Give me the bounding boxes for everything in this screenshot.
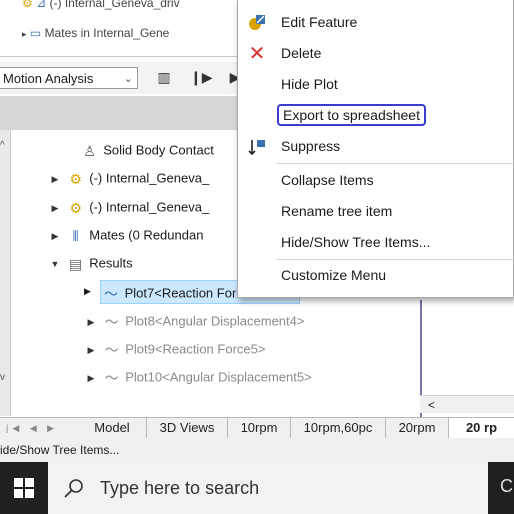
horizontal-scrollbar[interactable]: < (420, 395, 514, 413)
menu-item-edit-feature[interactable]: Edit Feature (238, 8, 513, 36)
tree-item-label: Plot10<Angular Displacement5> (125, 369, 312, 385)
tab-3d-views[interactable]: 3D Views (147, 418, 228, 438)
tab-20rpm[interactable]: 20rpm (386, 418, 449, 438)
edit-feature-icon (247, 13, 267, 33)
tree-item-solid-body-contact[interactable]: ♙ Solid Body Contact (62, 138, 214, 162)
tree-item-label: (-) Internal_Geneva_ (89, 199, 210, 215)
menu-separator (276, 163, 513, 164)
part-icon: ⚙ (22, 0, 33, 10)
menu-item-label: Hide/Show Tree Items... (281, 234, 431, 250)
windows-logo-icon (14, 478, 34, 498)
menu-item-label: Suppress (281, 138, 341, 154)
menu-item-hide-plot[interactable]: Hide Plot (238, 70, 513, 98)
timeline-header (0, 96, 240, 130)
tree-top-label-1: (-) Internal_Geneva_driv (49, 0, 180, 10)
menu-item-label: Rename tree item (281, 203, 393, 219)
tree-item-plot8[interactable]: ▶ 〜 Plot8<Angular Displacement4> (84, 309, 305, 334)
expand-arrow-icon[interactable]: ▶ (48, 167, 62, 191)
expand-arrow-icon: ▸ (22, 29, 27, 39)
tree-item-mates[interactable]: ▶ ⫴ Mates (0 Redundan (48, 223, 204, 248)
expand-arrow-icon[interactable]: ▶ (48, 224, 62, 248)
folder-icon: ▤ (69, 255, 83, 272)
expand-arrow-icon[interactable]: ▶ (84, 286, 91, 297)
tab-nav-buttons[interactable]: |◀ ◀ ▶ ▶| (0, 420, 74, 449)
play-from-start-icon[interactable]: ❙▶ (190, 68, 213, 86)
mate-icon: ⊿ (36, 0, 47, 10)
menu-item-label: Export to spreadsheet (277, 104, 426, 126)
collapse-arrow-icon[interactable]: ▼ (48, 252, 62, 276)
study-type-dropdown[interactable]: Motion Analysis ⌄ (0, 67, 138, 89)
menu-item-rename-tree-item[interactable]: Rename tree item (238, 197, 513, 225)
divider (0, 56, 240, 57)
suppress-icon (247, 137, 267, 157)
expand-arrow-icon[interactable]: ▶ (48, 196, 62, 220)
tree-item-plot9[interactable]: ▶ 〜 Plot9<Reaction Force5> (84, 337, 266, 362)
taskbar-app-icon[interactable]: C (500, 476, 513, 497)
expand-arrow-icon[interactable]: ▶ (84, 338, 98, 362)
tab-10rpm-60pc[interactable]: 10rpm,60pc (291, 418, 386, 438)
menu-item-hide-show-tree-items[interactable]: Hide/Show Tree Items... (238, 228, 513, 256)
tree-item-results[interactable]: ▼ ▤ Results (48, 251, 133, 275)
mates-icon: ⫴ (72, 227, 79, 244)
plot-icon: 〜 (104, 369, 119, 386)
scroll-up-icon[interactable]: ^ (0, 140, 5, 151)
tree-item-part-1[interactable]: ▶ ⚙ (-) Internal_Geneva_ (48, 166, 210, 191)
mates-folder-icon: ▭ (29, 26, 42, 40)
tree-item-label: Plot9<Reaction Force5> (125, 341, 266, 357)
status-bar: ide/Show Tree Items... (0, 438, 514, 462)
menu-item-delete[interactable]: ✕ Delete (238, 39, 513, 67)
scroll-down-icon[interactable]: v (0, 372, 5, 383)
contact-icon: ♙ (83, 142, 96, 159)
tab-model[interactable]: Model (78, 418, 147, 438)
tree-item-label: Results (89, 255, 133, 271)
windows-taskbar: Type here to search C (0, 462, 514, 514)
tab-20rpm-active[interactable]: 20 rp (449, 418, 514, 438)
tree-top-row-2[interactable]: ▸ ▭ Mates in Internal_Gene (22, 26, 169, 40)
tree-item-label: Mates (0 Redundan (89, 227, 204, 243)
tree-item-label: (-) Internal_Geneva_ (89, 170, 210, 186)
study-type-value: Motion Analysis (3, 71, 94, 86)
taskbar-search-box[interactable]: Type here to search (48, 462, 488, 514)
menu-item-export-to-spreadsheet[interactable]: Export to spreadsheet (238, 101, 513, 129)
menu-item-label: Hide Plot (281, 76, 338, 92)
part-icon: ⚙ (69, 170, 82, 187)
document-tabs: |◀ ◀ ▶ ▶| Model 3D Views 10rpm 10rpm,60p… (0, 417, 514, 449)
tree-item-label: Solid Body Contact (103, 142, 214, 158)
calculate-icon[interactable]: ▥ (155, 68, 173, 86)
tree-item-label: Plot8<Angular Displacement4> (125, 313, 305, 329)
plot-icon: 〜 (104, 341, 119, 358)
plot-icon: 〜 (104, 285, 118, 302)
plot-icon: 〜 (104, 313, 119, 330)
expand-arrow-icon[interactable]: ▶ (84, 366, 98, 390)
delete-x-icon: ✕ (248, 43, 266, 65)
chevron-down-icon: ⌄ (123, 73, 133, 85)
start-button[interactable] (0, 462, 48, 514)
menu-item-label: Delete (281, 45, 322, 61)
menu-item-customize-menu[interactable]: Customize Menu (238, 261, 513, 289)
search-placeholder: Type here to search (100, 478, 260, 498)
tree-item-part-2[interactable]: ▶ ⚙ (-) Internal_Geneva_ (48, 195, 210, 220)
tree-top-label-2: Mates in Internal_Gene (44, 26, 170, 40)
tree-top-row-1[interactable]: ⚙ ⊿ (-) Internal_Geneva_driv (22, 0, 180, 10)
tree-item-plot10[interactable]: ▶ 〜 Plot10<Angular Displacement5> (84, 365, 312, 389)
menu-item-label: Edit Feature (281, 14, 358, 30)
scroll-left-icon[interactable]: < (428, 398, 435, 412)
menu-item-collapse-items[interactable]: Collapse Items (238, 166, 513, 194)
menu-item-label: Customize Menu (281, 267, 387, 283)
tab-10rpm[interactable]: 10rpm (228, 418, 291, 438)
menu-separator (276, 259, 513, 260)
menu-item-label: Collapse Items (281, 172, 374, 188)
expand-arrow-icon[interactable]: ▶ (84, 310, 98, 334)
search-icon (64, 479, 83, 498)
context-menu: Edit Feature ✕ Delete Hide Plot Export t… (237, 0, 514, 298)
menu-item-suppress[interactable]: Suppress (238, 132, 513, 160)
part-icon: ⚙ (69, 199, 82, 216)
